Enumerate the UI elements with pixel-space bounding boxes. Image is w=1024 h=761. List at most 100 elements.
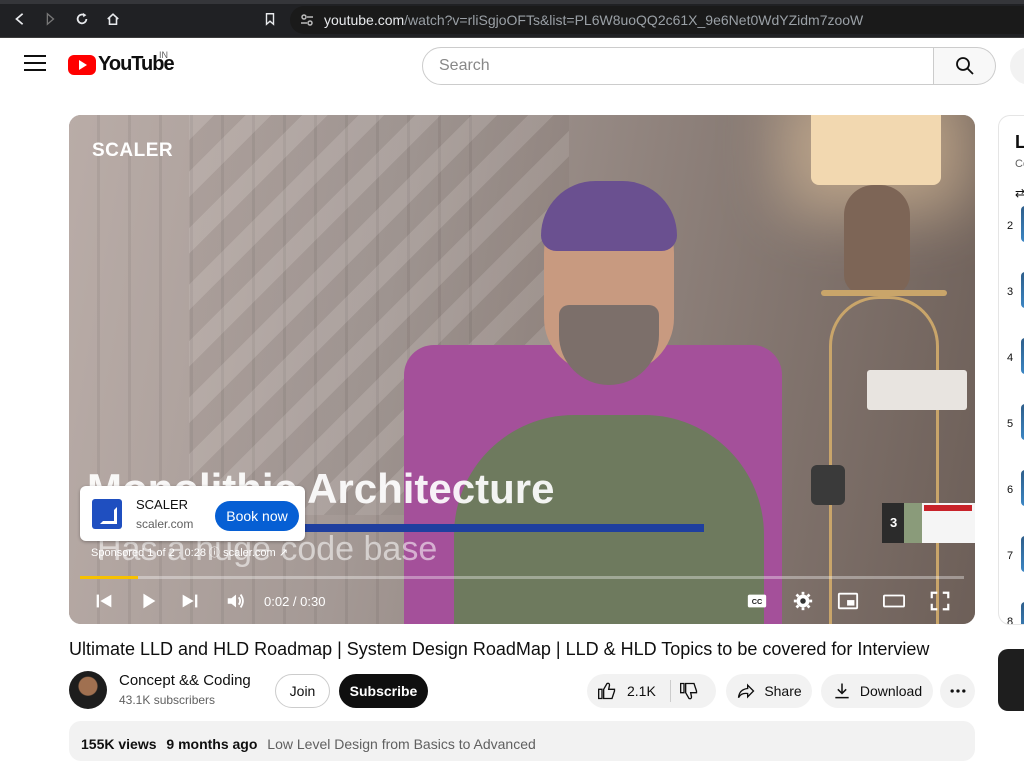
download-button[interactable]: Download (821, 674, 933, 708)
channel-avatar[interactable] (69, 671, 107, 709)
playlist-item-index: 5 (1007, 418, 1014, 430)
playlist-item-index: 4 (1007, 352, 1014, 364)
download-icon (835, 683, 849, 699)
gear-icon (793, 591, 813, 611)
previous-button[interactable] (93, 589, 115, 613)
address-bar[interactable]: youtube.com/watch?v=rliSgjoOFTs&list=PL6… (290, 6, 1024, 34)
ad-card[interactable]: SCALER scaler.com Book now (80, 486, 305, 541)
fullscreen-button[interactable] (929, 589, 951, 613)
playlist-item-index: 3 (1007, 286, 1014, 298)
playlist-item[interactable]: 8 (1007, 602, 1024, 625)
scaler-logo-icon (92, 499, 122, 529)
playlist-item-index: 7 (1007, 550, 1014, 562)
playlist-item[interactable]: 7 (1007, 536, 1024, 576)
bookmark-icon[interactable] (260, 9, 280, 29)
channel-name[interactable]: Concept && Coding (119, 672, 251, 689)
more-actions-button[interactable] (940, 674, 975, 708)
volume-button[interactable] (225, 589, 247, 613)
site-settings-icon[interactable] (300, 13, 314, 27)
forward-icon[interactable] (40, 9, 60, 29)
subscribe-button[interactable]: Subscribe (339, 674, 428, 708)
search-input[interactable]: Search (422, 47, 934, 85)
ad-link[interactable]: scaler.com (223, 547, 276, 559)
brand-watermark: SCALER (92, 140, 174, 161)
playlist-owner: Co (1015, 158, 1024, 170)
thumbs-up-icon (598, 682, 616, 700)
voice-search-button[interactable] (1010, 47, 1024, 85)
skip-next-icon (182, 594, 198, 608)
plant (811, 465, 845, 505)
next-index: 3 (890, 515, 898, 530)
playlist-item[interactable]: 4 (1007, 338, 1024, 378)
youtube-header: YouTube IN Search (0, 38, 1024, 94)
volume-icon (227, 594, 244, 608)
download-label: Download (859, 683, 923, 699)
captions-button[interactable]: CC (746, 589, 768, 613)
playlist-item[interactable]: 3 (1007, 272, 1024, 312)
like-dislike-group: 2.1K (587, 674, 716, 708)
lamp-base (844, 185, 910, 295)
video-title: Ultimate LLD and HLD Roadmap | System De… (69, 639, 930, 659)
ad-sponsored-info: Sponsored 1 of 2 · 0:28 ⓘ scaler.com ↗ (91, 544, 288, 560)
thumbnail-image (904, 503, 975, 543)
subscriber-count: 43.1K subscribers (119, 693, 216, 707)
ad-advertiser-name: SCALER (136, 497, 189, 512)
progress-bar[interactable] (80, 576, 964, 579)
join-button[interactable]: Join (275, 674, 330, 708)
menu-icon[interactable] (24, 55, 46, 71)
theater-icon (883, 594, 905, 608)
playlist-item[interactable]: 6 (1007, 470, 1024, 510)
search-icon (955, 57, 974, 75)
playlist-title[interactable]: L (1015, 132, 1024, 153)
youtube-play-icon (68, 54, 96, 75)
info-icon[interactable]: ⓘ (209, 547, 223, 559)
theater-mode-button[interactable] (883, 589, 905, 613)
like-separator (670, 680, 671, 702)
playlist-panel: L Co ⇄ 2 3 4 5 6 7 8 (998, 115, 1024, 625)
share-icon (738, 683, 755, 699)
next-button[interactable] (179, 589, 201, 613)
playlist-item-index: 8 (1007, 616, 1014, 625)
loop-icon[interactable]: ⇄ (1015, 186, 1024, 200)
ad-domain: scaler.com (136, 517, 194, 531)
share-label: Share (764, 683, 802, 699)
presenter-body (454, 415, 764, 624)
playlist-item-index: 6 (1007, 484, 1014, 496)
playlist-item[interactable]: 2 (1007, 206, 1024, 246)
youtube-logo[interactable]: YouTube IN (68, 50, 175, 76)
upload-age: 9 months ago (166, 736, 258, 752)
fullscreen-icon (930, 591, 950, 611)
dislike-button[interactable] (679, 681, 699, 704)
search-button[interactable] (934, 47, 996, 85)
back-icon[interactable] (10, 9, 30, 29)
play-button[interactable] (137, 589, 159, 613)
side-table-frame (829, 296, 939, 624)
share-button[interactable]: Share (726, 674, 812, 708)
settings-button[interactable] (792, 589, 814, 613)
url-text: youtube.com/watch?v=rliSgjoOFTs&list=PL6… (324, 12, 864, 28)
recommendation-thumbnail[interactable] (998, 649, 1024, 711)
video-player[interactable]: SCALER Monolithic Architecture Has a hug… (69, 115, 975, 624)
video-stats: 155K views 9 months ago Low Level Design… (81, 736, 536, 752)
progress-fill (80, 576, 139, 579)
view-count: 155K views (81, 736, 157, 752)
home-icon[interactable] (103, 9, 123, 29)
playlist-item[interactable]: 5 (1007, 404, 1024, 444)
browser-toolbar: youtube.com/watch?v=rliSgjoOFTs&list=PL6… (0, 0, 1024, 38)
more-horizontal-icon (950, 689, 965, 693)
play-icon (143, 593, 156, 609)
lamp (811, 115, 941, 185)
reload-icon[interactable] (72, 9, 92, 29)
like-count: 2.1K (627, 683, 656, 699)
playlist-link[interactable]: Low Level Design from Basics to Advanced (267, 736, 535, 752)
book-now-button[interactable]: Book now (215, 501, 299, 531)
cc-icon: CC (747, 594, 767, 608)
next-video-thumbnail[interactable]: 3 (882, 503, 975, 543)
miniplayer-button[interactable] (837, 589, 859, 613)
external-link-icon: ↗ (278, 547, 288, 559)
like-button[interactable]: 2.1K (597, 681, 656, 701)
country-code: IN (159, 50, 168, 60)
tab-strip (0, 0, 1024, 4)
description-box[interactable]: 155K views 9 months ago Low Level Design… (69, 721, 975, 761)
books (867, 370, 967, 410)
